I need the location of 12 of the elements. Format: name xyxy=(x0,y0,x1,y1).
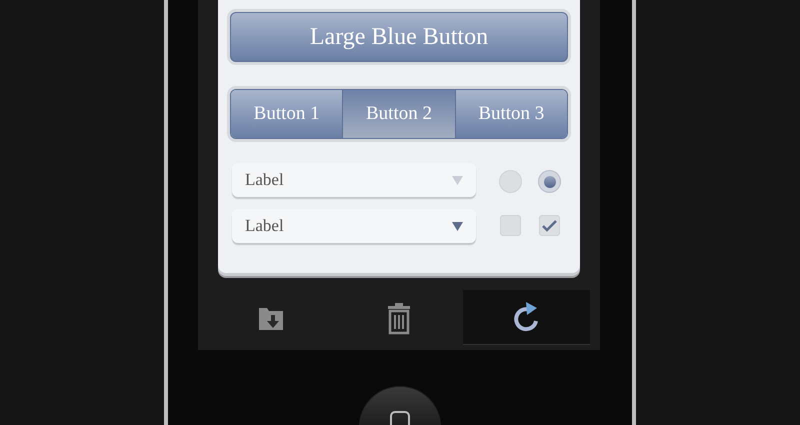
segment-tab[interactable]: Button 1 xyxy=(231,90,342,138)
dropdown[interactable]: Label xyxy=(232,209,476,243)
checkbox[interactable] xyxy=(500,215,521,236)
toolbar-button[interactable] xyxy=(462,290,590,345)
radio-button[interactable] xyxy=(538,170,561,193)
radio-button[interactable] xyxy=(499,170,522,193)
trash-icon xyxy=(386,300,412,334)
segment-tab[interactable]: Button 3 xyxy=(454,90,567,138)
checkbox[interactable] xyxy=(539,215,560,236)
large-button[interactable]: Large Blue Button xyxy=(230,12,568,62)
segment-tab[interactable]: Button 2 xyxy=(342,90,455,138)
square-icon xyxy=(390,411,410,425)
